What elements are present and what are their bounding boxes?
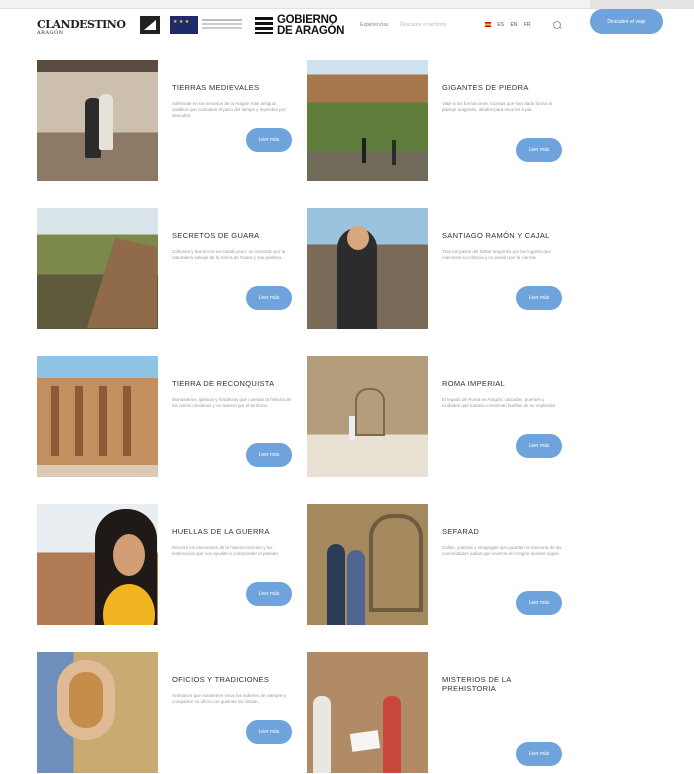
card-description: Recorre los escenarios de la historia re…: [172, 545, 280, 556]
card-sefarad: SEFARAD Calles, juderías y sinagogas que…: [307, 504, 567, 626]
read-more-button[interactable]: Leer más: [516, 434, 562, 458]
eu-flag-icon: [170, 16, 198, 34]
card-photo[interactable]: [307, 356, 428, 477]
read-more-button[interactable]: Leer más: [516, 591, 562, 615]
read-more-button[interactable]: Leer más: [246, 128, 292, 152]
lang-fr[interactable]: FR: [524, 22, 531, 28]
card-description: Artesanos que mantienen vivos los sabere…: [172, 693, 287, 704]
card-description: Calles, juderías y sinagogas que guardan…: [442, 545, 562, 556]
top-strip-right: [590, 0, 694, 8]
card-title[interactable]: TIERRA DE RECONQUISTA: [172, 379, 297, 388]
nav-link-experiencias[interactable]: Experiencias: [360, 22, 389, 28]
search-icon[interactable]: [553, 21, 561, 29]
card-photo[interactable]: [37, 208, 158, 329]
card-title[interactable]: HUELLAS DE LA GUERRA: [172, 527, 297, 536]
card-photo[interactable]: [37, 504, 158, 625]
read-more-button[interactable]: Leer más: [516, 742, 562, 766]
card-title[interactable]: MISTERIOS DE LA PREHISTORIA: [442, 675, 567, 693]
card-title[interactable]: SECRETOS DE GUARA: [172, 231, 297, 240]
card-photo[interactable]: [37, 60, 158, 181]
cta-button[interactable]: Descubre el viaje: [590, 9, 663, 34]
gobierno-line2: DE ARAGÓN: [277, 25, 345, 37]
card-photo[interactable]: [37, 356, 158, 477]
read-more-button[interactable]: Leer más: [516, 138, 562, 162]
site-header: CLANDESTINO ARAGÓN GOBIERNO DE ARAGÓN Ex…: [20, 12, 590, 42]
card-huellas-de-la-guerra: HUELLAS DE LA GUERRA Recorre los escenar…: [37, 504, 297, 626]
partner-logo-icon: [140, 16, 160, 34]
read-more-button[interactable]: Leer más: [246, 286, 292, 310]
card-photo[interactable]: [37, 652, 158, 773]
card-description: Tras los pasos del Nobel aragonés por lo…: [442, 249, 551, 260]
card-title[interactable]: GIGANTES DE PIEDRA: [442, 83, 567, 92]
read-more-button[interactable]: Leer más: [516, 286, 562, 310]
read-more-button[interactable]: Leer más: [246, 443, 292, 467]
card-photo[interactable]: [307, 652, 428, 773]
card-description: Cañones y barrancos en estado puro: un r…: [172, 249, 286, 260]
card-photo[interactable]: [307, 208, 428, 329]
card-title[interactable]: SEFARAD: [442, 527, 567, 536]
card-description: Adéntrate en los secretos de la Aragón m…: [172, 101, 286, 118]
card-title[interactable]: OFICIOS Y TRADICIONES: [172, 675, 297, 684]
card-oficios-y-tradiciones: OFICIOS Y TRADICIONES Artesanos que mant…: [37, 652, 297, 774]
card-secretos-de-guara: SECRETOS DE GUARA Cañones y barrancos en…: [37, 208, 297, 330]
card-title[interactable]: ROMA IMPERIAL: [442, 379, 567, 388]
card-roma-imperial: ROMA IMPERIAL El legado de Roma en Aragó…: [307, 356, 567, 478]
flag-es-icon[interactable]: [485, 22, 491, 28]
eu-logo-caption: [202, 19, 242, 21]
card-description: Monasterios, iglesias y fortalezas que c…: [172, 397, 292, 408]
gobierno-aragon-logo: GOBIERNO DE ARAGÓN: [277, 14, 345, 37]
card-title[interactable]: SANTIAGO RAMÓN Y CAJAL: [442, 231, 567, 240]
card-photo[interactable]: [307, 504, 428, 625]
nav-link-territorio[interactable]: Descubre el territorio: [400, 22, 446, 28]
card-photo[interactable]: [307, 60, 428, 181]
gobierno-aragon-mark-icon: [255, 17, 273, 34]
browser-top-strip: [0, 0, 694, 9]
read-more-button[interactable]: Leer más: [246, 582, 292, 606]
main-nav: Experiencias Descubre el territorio: [360, 22, 456, 28]
lang-es[interactable]: ES: [497, 22, 504, 28]
card-gigantes-de-piedra: GIGANTES DE PIEDRA Viaje a las formacion…: [307, 60, 567, 182]
card-title[interactable]: TIERRAS MEDIEVALES: [172, 83, 297, 92]
language-switcher: ES EN FR: [485, 22, 535, 28]
clandestino-logo[interactable]: CLANDESTINO ARAGÓN: [37, 19, 126, 36]
card-tierras-medievales: TIERRAS MEDIEVALES Adéntrate en los secr…: [37, 60, 297, 182]
logo-sub-text: ARAGÓN: [37, 30, 64, 36]
card-description: Viaje a las formaciones rocosas que han …: [442, 101, 552, 112]
read-more-button[interactable]: Leer más: [246, 720, 292, 744]
card-tierra-de-reconquista: TIERRA DE RECONQUISTA Monasterios, igles…: [37, 356, 297, 478]
lang-en[interactable]: EN: [510, 22, 517, 28]
card-description: El legado de Roma en Aragón: calzadas, p…: [442, 397, 557, 408]
card-misterios-de-la-prehistoria: MISTERIOS DE LA PREHISTORIA Leer más: [307, 652, 567, 774]
card-santiago-ramon-y-cajal: SANTIAGO RAMÓN Y CAJAL Tras los pasos de…: [307, 208, 567, 330]
